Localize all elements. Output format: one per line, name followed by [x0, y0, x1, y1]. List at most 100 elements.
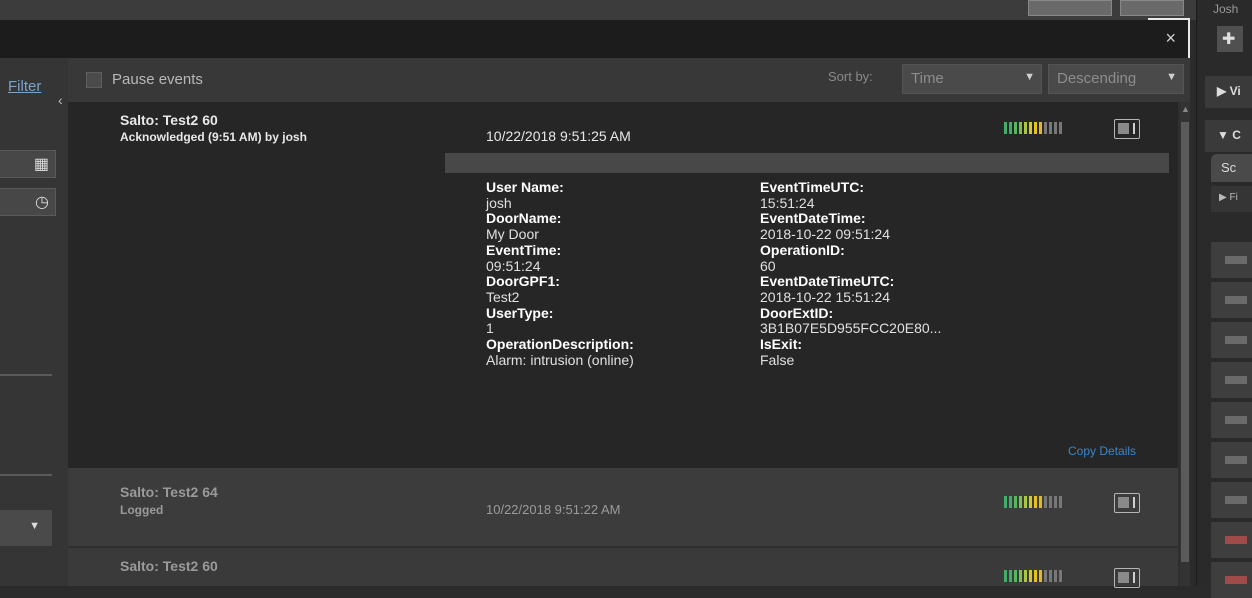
priority-bar-segment: [1014, 570, 1017, 582]
sort-field-select[interactable]: Time ▼: [902, 64, 1042, 94]
camera-icon: [1225, 416, 1247, 424]
sort-order-select[interactable]: Descending ▼: [1048, 64, 1184, 94]
events-header: Pause events Sort by: Time ▼ Descending …: [68, 58, 1190, 102]
clock-icon[interactable]: ◷: [35, 192, 49, 212]
priority-bar-segment: [1054, 122, 1057, 134]
tab-sc[interactable]: Sc: [1211, 154, 1252, 182]
camera-list-item[interactable]: [1211, 282, 1252, 318]
camera-icon: [1225, 296, 1247, 304]
priority-bar-segment: [1044, 570, 1047, 582]
priority-bar-segment: [1054, 570, 1057, 582]
priority-bar-segment: [1014, 122, 1017, 134]
priority-bar-segment: [1014, 496, 1017, 508]
priority-bar-segment: [1024, 122, 1027, 134]
detail-value: 3B1B07E5D955FCC20E80...: [760, 320, 942, 337]
collapse-chevron-icon[interactable]: ‹: [58, 92, 63, 108]
toolbar-button[interactable]: [1028, 0, 1112, 16]
filter-link[interactable]: Filter: [8, 78, 41, 95]
camera-list-item[interactable]: [1211, 482, 1252, 518]
section-label: ▼ C: [1217, 128, 1241, 142]
chevron-down-icon: ▼: [29, 520, 40, 532]
priority-bar-segment: [1004, 122, 1007, 134]
scroll-thumb[interactable]: [1181, 122, 1189, 562]
filter-label: ▶ Fi: [1219, 192, 1238, 203]
dialog-titlebar: ×: [0, 20, 1190, 58]
camera-icon: [1225, 576, 1247, 584]
detail-key: DoorName:: [486, 210, 562, 227]
detail-key: DoorExtID:: [760, 304, 834, 321]
copy-details-link[interactable]: Copy Details: [1068, 444, 1136, 458]
priority-indicator: [1004, 122, 1062, 134]
pause-events-checkbox[interactable]: [86, 72, 102, 88]
calendar-icon[interactable]: ▦: [34, 154, 49, 174]
detail-key: DoorGPF1:: [486, 273, 560, 290]
event-status: Logged: [120, 503, 164, 517]
section-header-expanded[interactable]: ▼ C: [1205, 120, 1252, 152]
priority-bar-segment: [1029, 570, 1032, 582]
scroll-up-icon[interactable]: ▲: [1181, 104, 1190, 114]
event-title: Salto: Test2 60: [120, 558, 218, 574]
detail-value: josh: [486, 194, 512, 211]
camera-list-item[interactable]: [1211, 322, 1252, 358]
priority-bar-segment: [1019, 570, 1022, 582]
details-divider: [445, 153, 1169, 173]
details-card-icon[interactable]: [1114, 568, 1140, 588]
divider: [0, 474, 52, 476]
event-title: Salto: Test2 64: [120, 484, 218, 500]
toolbar-button[interactable]: [1120, 0, 1184, 16]
user-name: Josh: [1213, 2, 1239, 16]
detail-value: 60: [760, 257, 776, 274]
event-timestamp: 10/22/2018 9:51:25 AM: [486, 128, 631, 144]
details-right-column: EventTimeUTC: 15:51:24 EventDateTime: 20…: [760, 179, 942, 368]
filter-expander[interactable]: ▶ Fi: [1211, 186, 1252, 212]
camera-list-item[interactable]: [1211, 242, 1252, 278]
priority-bar-segment: [1044, 496, 1047, 508]
chevron-down-icon: ▼: [1024, 71, 1035, 83]
camera-list-item[interactable]: [1211, 562, 1252, 598]
detail-value: 15:51:24: [760, 194, 815, 211]
detail-key: EventTime:: [486, 241, 562, 258]
sort-field-value: Time: [911, 70, 944, 87]
detail-key: EventDateTimeUTC:: [760, 273, 895, 290]
top-strip: [0, 0, 1200, 20]
priority-bar-segment: [1029, 122, 1032, 134]
priority-bar-segment: [1009, 496, 1012, 508]
priority-bar-segment: [1034, 496, 1037, 508]
date-picker-field[interactable]: ▦: [0, 150, 56, 178]
events-panel: Pause events Sort by: Time ▼ Descending …: [68, 58, 1190, 588]
priority-bar-segment: [1049, 570, 1052, 582]
camera-list-item[interactable]: [1211, 442, 1252, 478]
plugins-button[interactable]: ✚: [1217, 26, 1243, 52]
details-card-icon[interactable]: [1114, 493, 1140, 513]
camera-icon: [1225, 256, 1247, 264]
sort-by-label: Sort by:: [828, 69, 873, 84]
priority-bar-segment: [1034, 570, 1037, 582]
events-scrollbar[interactable]: ▲: [1180, 102, 1190, 586]
priority-bar-segment: [1024, 496, 1027, 508]
event-item-expanded[interactable]: Salto: Test2 60 Acknowledged (9:51 AM) b…: [68, 102, 1178, 468]
camera-icon: [1225, 496, 1247, 504]
camera-list-item[interactable]: [1211, 522, 1252, 558]
event-item[interactable]: Salto: Test2 60: [68, 548, 1178, 588]
section-header-collapsed[interactable]: ▶ Vi: [1205, 76, 1252, 108]
camera-list-item[interactable]: [1211, 362, 1252, 398]
priority-bar-segment: [1059, 496, 1062, 508]
detail-value: Alarm: intrusion (online): [486, 351, 634, 368]
section-label: ▶ Vi: [1217, 84, 1241, 98]
chevron-down-icon: ▼: [1166, 71, 1177, 83]
event-title: Salto: Test2 60: [120, 112, 218, 128]
camera-list-item[interactable]: [1211, 402, 1252, 438]
time-picker-field[interactable]: ◷: [0, 188, 56, 216]
camera-icon: [1225, 456, 1247, 464]
event-item[interactable]: Salto: Test2 64 Logged 10/22/2018 9:51:2…: [68, 468, 1178, 546]
detail-value: 09:51:24: [486, 257, 541, 274]
puzzle-icon: ✚: [1222, 31, 1236, 48]
left-dropdown[interactable]: ▼: [0, 510, 52, 546]
detail-value: 2018-10-22 09:51:24: [760, 226, 890, 243]
pause-events-label[interactable]: Pause events: [112, 71, 203, 88]
close-icon[interactable]: ×: [1165, 28, 1176, 49]
details-card-icon[interactable]: [1114, 119, 1140, 139]
camera-icon: [1225, 536, 1247, 544]
event-status: Acknowledged (9:51 AM) by josh: [120, 130, 307, 144]
priority-bar-segment: [1059, 122, 1062, 134]
